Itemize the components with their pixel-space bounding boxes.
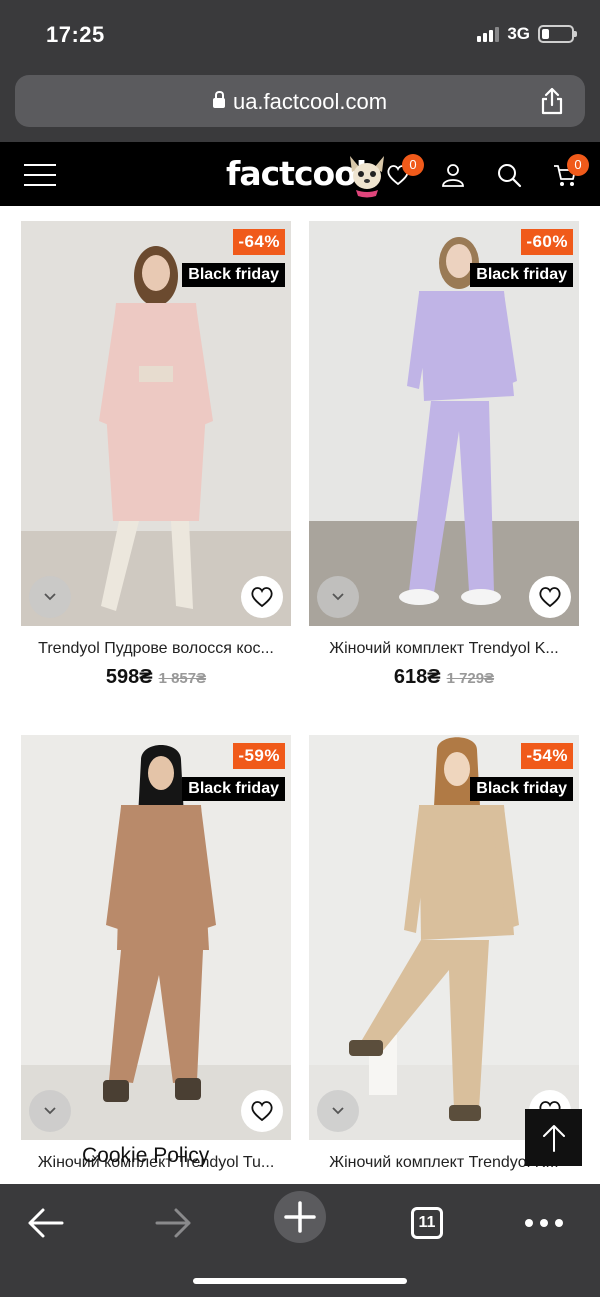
old-price: 1 857₴ (158, 670, 207, 687)
menu-icon[interactable] (24, 164, 56, 186)
black-friday-tag: Black friday (182, 263, 285, 287)
tabs-count: 11 (411, 1207, 443, 1239)
arrow-left-icon (28, 1208, 64, 1238)
model-boots (399, 589, 439, 605)
product-card[interactable]: -54% Black friday Жіночий комплект Trend… (309, 735, 579, 1172)
more-dots-icon (525, 1219, 563, 1227)
product-card[interactable]: -59% Black friday Жіночий комплект Trend… (21, 735, 291, 1172)
arrow-right-icon (155, 1208, 191, 1238)
logo-dog-icon (350, 156, 384, 198)
status-indicators: 3G (477, 24, 577, 44)
back-button[interactable] (21, 1198, 71, 1248)
network-type: 3G (507, 24, 530, 43)
chevron-down-icon[interactable] (317, 1090, 359, 1132)
chevron-down-icon[interactable] (29, 576, 71, 618)
plus-icon (284, 1201, 316, 1233)
product-card[interactable]: -64% Black friday Trendyol Пудрове волос… (21, 221, 291, 689)
current-price: 618₴ (393, 666, 441, 688)
heart-icon[interactable] (241, 1090, 283, 1132)
url-display[interactable]: ua.factcool.com (15, 89, 585, 115)
product-image[interactable]: -64% Black friday (21, 221, 291, 626)
current-price: 598₴ (105, 666, 153, 688)
new-tab-button[interactable] (274, 1191, 326, 1243)
tabs-button[interactable]: 11 (402, 1198, 452, 1248)
search-icon[interactable] (496, 162, 522, 188)
forward-button[interactable] (148, 1198, 198, 1248)
user-icon[interactable] (440, 162, 466, 188)
cookie-policy-link[interactable]: Cookie Policy (82, 1144, 209, 1168)
black-friday-tag: Black friday (182, 777, 285, 801)
product-price: 598₴ 1 857₴ (21, 666, 291, 689)
arrow-up-icon (542, 1124, 565, 1152)
discount-badge: -60% (521, 229, 573, 255)
model-boots (103, 1080, 129, 1102)
scroll-to-top-button[interactable] (525, 1109, 582, 1166)
product-title[interactable]: Trendyol Пудрове волосся кос... (21, 640, 291, 658)
address-bar[interactable]: ua.factcool.com (15, 75, 585, 127)
black-friday-tag: Black friday (470, 263, 573, 287)
product-image[interactable]: -54% Black friday (309, 735, 579, 1140)
cart-count-badge: 0 (567, 154, 589, 176)
discount-badge: -54% (521, 743, 573, 769)
chevron-down-icon[interactable] (29, 1090, 71, 1132)
signal-icon (477, 26, 500, 42)
share-icon[interactable] (539, 87, 565, 115)
url-text: ua.factcool.com (232, 89, 388, 114)
site-header: factcool 0 0 (0, 142, 600, 206)
more-menu-button[interactable] (519, 1198, 569, 1248)
old-price: 1 729₴ (446, 670, 495, 687)
discount-badge: -59% (233, 743, 285, 769)
model-boots (349, 1040, 383, 1056)
lock-icon (212, 91, 225, 108)
home-indicator (193, 1278, 407, 1284)
product-image[interactable]: -60% Black friday (309, 221, 579, 626)
product-image[interactable]: -59% Black friday (21, 735, 291, 1140)
status-time: 17:25 (46, 22, 105, 47)
black-friday-tag: Black friday (470, 777, 573, 801)
heart-icon[interactable] (529, 576, 571, 618)
product-price: 618₴ 1 729₴ (309, 666, 579, 689)
discount-badge: -64% (233, 229, 285, 255)
chevron-down-icon[interactable] (317, 576, 359, 618)
battery-icon (538, 25, 577, 43)
wishlist-count-badge: 0 (402, 154, 424, 176)
product-title[interactable]: Жіночий комплект Trendyol K... (309, 640, 579, 658)
browser-top-bar: 17:25 3G ua.factcool.com (0, 0, 600, 142)
product-card[interactable]: -60% Black friday Жіночий комплект Trend… (309, 221, 579, 689)
heart-icon[interactable] (241, 576, 283, 618)
